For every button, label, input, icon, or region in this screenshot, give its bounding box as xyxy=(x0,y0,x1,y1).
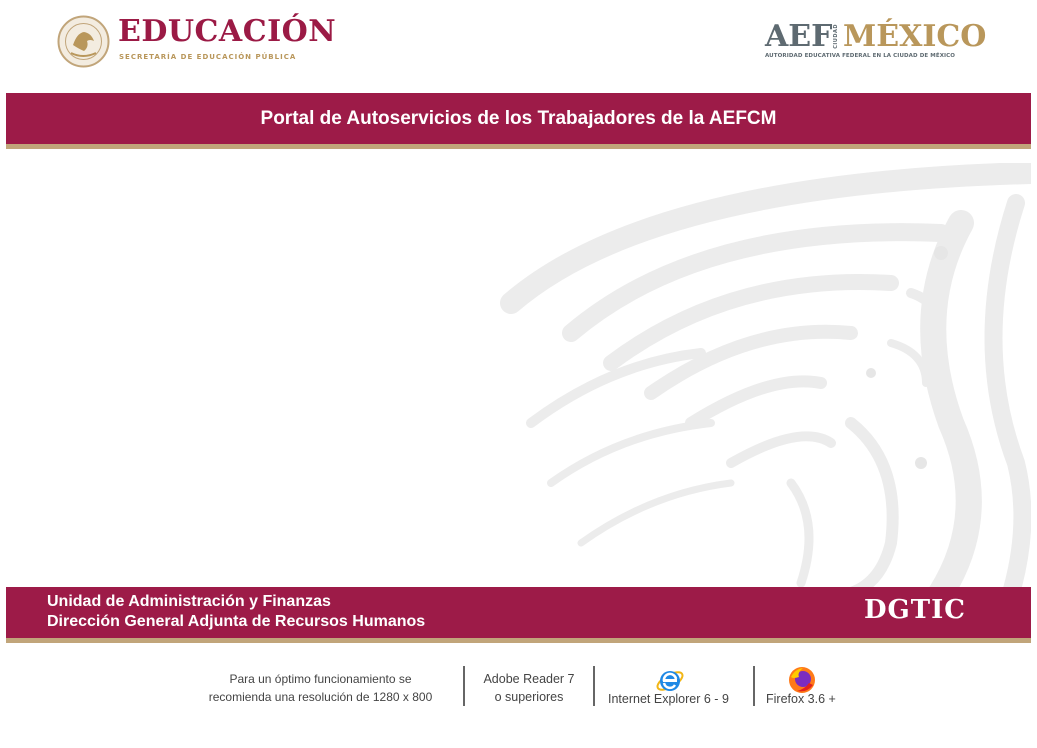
main-content xyxy=(6,149,1031,587)
firefox-icon xyxy=(789,667,815,693)
aef-logo-aef: AEF xyxy=(765,19,833,54)
education-subtitle: SECRETARÍA DE EDUCACIÓN PÚBLICA xyxy=(119,53,297,61)
requirements-section: Para un óptimo funcionamiento se recomie… xyxy=(0,660,1037,720)
dgtic-logo: DGTIC xyxy=(864,595,966,625)
header: EDUCACIÓN SECRETARÍA DE EDUCACIÓN PÚBLIC… xyxy=(0,0,1037,93)
resolution-line-2: recomienda una resolución de 1280 x 800 xyxy=(208,690,433,704)
footer-direction-name: Dirección General Adjunta de Recursos Hu… xyxy=(47,613,426,630)
education-title: EDUCACIÓN xyxy=(118,14,337,49)
ie-requirement: Internet Explorer 6 - 9 xyxy=(608,692,729,706)
adobe-requirement: Adobe Reader 7 o superiores xyxy=(470,670,588,706)
resolution-requirement: Para un óptimo funcionamiento se recomie… xyxy=(188,670,453,706)
aef-logo-subtitle: AUTORIDAD EDUCATIVA FEDERAL EN LA CIUDAD… xyxy=(765,53,956,59)
footer-bar: Unidad de Administración y Finanzas Dire… xyxy=(6,587,1031,643)
aef-logo: AEF CIUDAD MÉXICO AUTORIDAD EDUCATIVA FE… xyxy=(765,18,987,62)
eagle-watermark-icon xyxy=(500,163,1031,587)
firefox-requirement: Firefox 3.6 + xyxy=(766,692,836,706)
page-title: Portal de Autoservicios de los Trabajado… xyxy=(260,108,777,129)
title-bar: Portal de Autoservicios de los Trabajado… xyxy=(6,93,1031,149)
divider xyxy=(753,666,755,706)
divider xyxy=(463,666,465,706)
national-seal-icon xyxy=(57,15,110,68)
divider xyxy=(593,666,595,706)
adobe-line-2: o superiores xyxy=(494,690,564,704)
aef-logo-mexico: MÉXICO xyxy=(843,19,987,54)
aef-logo-ciudad: CIUDAD xyxy=(833,24,839,49)
footer-unit-name: Unidad de Administración y Finanzas xyxy=(47,593,331,610)
resolution-line-1: Para un óptimo funcionamiento se xyxy=(229,672,412,686)
adobe-line-1: Adobe Reader 7 xyxy=(483,672,575,686)
